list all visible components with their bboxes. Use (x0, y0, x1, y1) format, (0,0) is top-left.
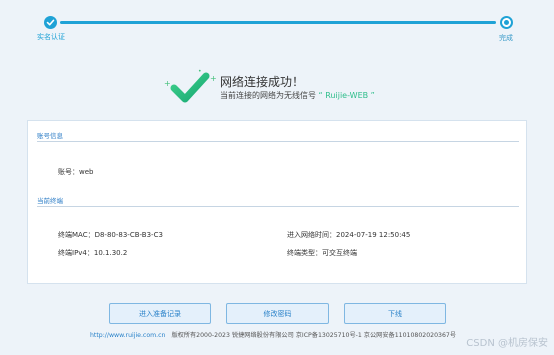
step-label-verify: 实名认证 (37, 33, 65, 41)
progress-line (60, 21, 496, 24)
info-card: 账号信息 账号：web 当前终端 终端MAC：D8-80-83-CB-B3-C3… (27, 120, 527, 284)
login-time: 进入网络时间：2024-07-19 12:50:45 (287, 231, 411, 239)
terminal-mac: 终端MAC：D8-80-83-CB-B3-C3 (58, 231, 163, 239)
connection-subtitle: 当前连接的网络为无线信号 “ Ruijie-WEB ” (220, 90, 375, 101)
step-done-icon (44, 16, 57, 29)
ssid-name: “ Ruijie-WEB ” (318, 91, 375, 100)
progress-steps: 实名认证 完成 (0, 0, 554, 50)
footer-link[interactable]: http://www.ruijie.com.cn (90, 332, 165, 339)
sparkle-icon: + (210, 74, 217, 83)
success-title: 网络连接成功！ (220, 75, 305, 89)
terminal-type: 终端类型：可交互终端 (287, 249, 357, 257)
logout-button[interactable]: 下线 (344, 303, 446, 324)
footer: http://www.ruijie.com.cn 版权所有2000-2023 锐捷… (90, 330, 456, 339)
connection-subtitle-prefix: 当前连接的网络为无线信号 (220, 91, 316, 100)
step-label-done: 完成 (499, 34, 513, 42)
section-title-terminal: 当前终端 (37, 197, 63, 205)
change-password-button[interactable]: 修改密码 (226, 303, 329, 324)
terminal-ip: 终端IPv4：10.1.30.2 (58, 249, 128, 257)
record-button[interactable]: 进入准备记录 (109, 303, 211, 324)
copyright-text: 版权所有2000-2023 锐捷网络股份有限公司 京ICP备13025710号-… (171, 332, 457, 339)
step-current-icon (500, 16, 513, 29)
watermark: CSDN @机房保安 (466, 338, 548, 349)
divider (37, 141, 519, 142)
section-title-account: 账号信息 (37, 132, 63, 140)
account-name: 账号：web (58, 168, 94, 176)
divider (37, 206, 519, 207)
success-check-icon (170, 72, 210, 103)
sparkle-icon: + (164, 79, 171, 88)
sparkle-icon: • (198, 68, 202, 75)
